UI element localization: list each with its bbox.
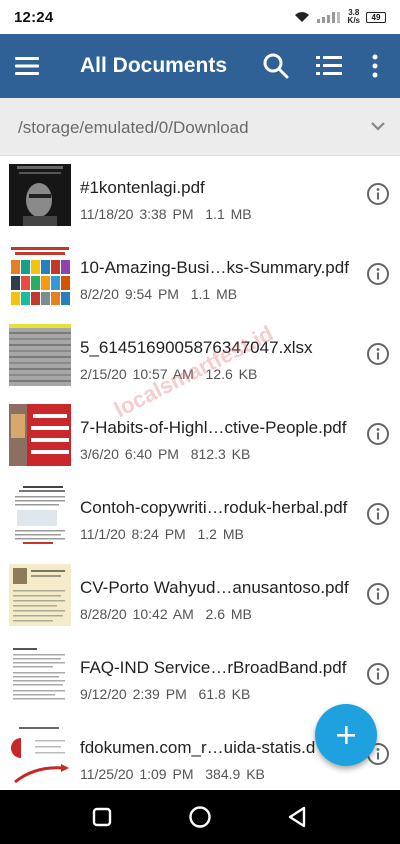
file-thumbnail	[9, 484, 71, 546]
file-thumbnail	[9, 164, 71, 226]
plus-icon	[337, 726, 355, 744]
file-meta: 11/18/20 3:38 PM 1.1 MB	[80, 206, 252, 222]
info-icon[interactable]	[366, 502, 390, 526]
file-meta: 11/1/20 8:24 PM 1.2 MB	[80, 526, 244, 542]
file-size: 2.6 MB	[205, 606, 252, 622]
current-path: /storage/emulated/0/Download	[18, 118, 249, 137]
file-row[interactable]: 10-Amazing-Busi…ks-Summary.pdf 8/2/20 9:…	[0, 236, 400, 316]
file-row[interactable]: Contoh-copywriti…roduk-herbal.pdf 11/1/2…	[0, 476, 400, 556]
info-icon[interactable]	[366, 262, 390, 286]
navigation-bar	[0, 790, 400, 844]
file-date: 8/2/20 9:54 PM	[80, 286, 179, 302]
file-meta: 8/28/20 10:42 AM 2.6 MB	[80, 606, 252, 622]
status-icons: 3.8 K/s 49	[294, 9, 386, 25]
file-name: CV-Porto Wahyud…anusantoso.pdf	[80, 578, 349, 597]
list-view-icon[interactable]	[316, 54, 342, 78]
file-date: 11/18/20 3:38 PM	[80, 206, 194, 222]
status-bar: 12:24 3.8 K/s 49	[0, 0, 400, 34]
file-meta: 8/2/20 9:54 PM 1.1 MB	[80, 286, 237, 302]
back-icon[interactable]	[285, 804, 311, 830]
file-thumbnail	[9, 404, 71, 466]
file-meta: 9/12/20 2:39 PM 61.8 KB	[80, 686, 250, 702]
network-speed: 3.8 K/s	[348, 9, 360, 25]
add-button[interactable]	[315, 704, 377, 766]
file-thumbnail	[9, 324, 71, 386]
file-date: 3/6/20 6:40 PM	[80, 446, 179, 462]
signal-icon	[316, 12, 340, 23]
file-meta: 3/6/20 6:40 PM 812.3 KB	[80, 446, 250, 462]
file-thumbnail	[9, 724, 71, 786]
info-icon[interactable]	[366, 422, 390, 446]
info-icon[interactable]	[366, 582, 390, 606]
file-size: 384.9 KB	[205, 766, 265, 782]
file-thumbnail	[9, 644, 71, 706]
info-icon[interactable]	[366, 342, 390, 366]
info-icon[interactable]	[366, 662, 390, 686]
file-thumbnail	[9, 564, 71, 626]
path-bar[interactable]: /storage/emulated/0/Download	[0, 98, 400, 156]
file-size: 61.8 KB	[198, 686, 251, 702]
file-date: 11/1/20 8:24 PM	[80, 526, 186, 542]
file-row[interactable]: 7-Habits-of-Highl…ctive-People.pdf 3/6/2…	[0, 396, 400, 476]
file-size: 1.1 MB	[190, 286, 238, 302]
file-name: 10-Amazing-Busi…ks-Summary.pdf	[80, 258, 349, 277]
file-name: fdokumen.com_r…uida-statis.d	[80, 738, 316, 757]
wifi-icon	[294, 12, 309, 22]
page-title: All Documents	[80, 54, 228, 77]
more-vert-icon[interactable]	[368, 54, 382, 78]
file-meta: 11/25/20 1:09 PM 384.9 KB	[80, 766, 265, 782]
home-icon[interactable]	[187, 804, 213, 830]
file-row[interactable]: CV-Porto Wahyud…anusantoso.pdf 8/28/20 1…	[0, 556, 400, 636]
chevron-down-icon[interactable]	[370, 120, 386, 132]
search-icon[interactable]	[262, 52, 290, 80]
file-date: 9/12/20 2:39 PM	[80, 686, 187, 702]
file-list: #1kontenlagi.pdf 11/18/20 3:38 PM 1.1 MB	[0, 156, 400, 790]
network-speed-unit: K/s	[347, 16, 360, 25]
menu-icon[interactable]	[14, 52, 42, 80]
file-name: #1kontenlagi.pdf	[80, 178, 205, 197]
recents-icon[interactable]	[89, 804, 115, 830]
file-size: 812.3 KB	[190, 446, 251, 462]
file-size: 1.1 MB	[205, 206, 252, 222]
battery-level: 49	[371, 12, 381, 22]
file-date: 8/28/20 10:42 AM	[80, 606, 194, 622]
battery-icon: 49	[366, 11, 386, 23]
file-name: FAQ-IND Service…rBroadBand.pdf	[80, 658, 347, 677]
file-date: 11/25/20 1:09 PM	[80, 766, 194, 782]
file-row[interactable]: #1kontenlagi.pdf 11/18/20 3:38 PM 1.1 MB	[0, 156, 400, 236]
file-size: 1.2 MB	[197, 526, 244, 542]
info-icon[interactable]	[366, 182, 390, 206]
app-bar: All Documents	[0, 34, 400, 98]
file-name: Contoh-copywriti…roduk-herbal.pdf	[80, 498, 348, 517]
file-thumbnail	[9, 244, 71, 306]
status-time: 12:24	[14, 8, 54, 26]
